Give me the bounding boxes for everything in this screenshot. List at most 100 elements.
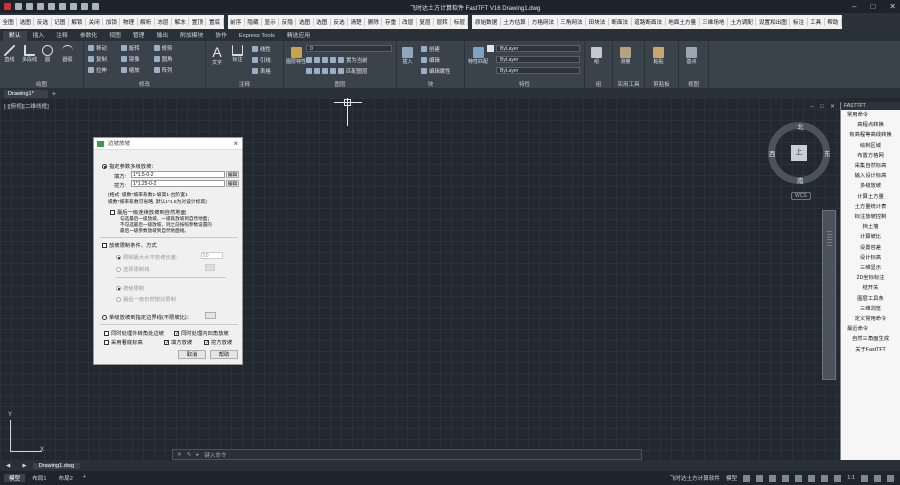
checkbox-last-level[interactable] <box>110 210 115 216</box>
layer-tool-icon[interactable] <box>322 68 328 74</box>
menu-item-group3-1[interactable]: 土方估算 <box>501 17 530 26</box>
menu-item-group2-0[interactable]: 前序 <box>228 17 245 26</box>
status-scale[interactable]: 1:1 <box>847 475 855 481</box>
tool-basepoint[interactable]: 基点 <box>686 47 697 65</box>
palette-item[interactable]: 设计标高 <box>841 253 900 263</box>
menu-item-group1-0[interactable]: 全图 <box>0 17 18 26</box>
new-file-icon[interactable] <box>15 3 22 10</box>
menu-item-group1-4[interactable]: 解锁 <box>69 17 87 26</box>
snap-icon[interactable] <box>756 474 764 482</box>
menu-item-group3-4[interactable]: 田块法 <box>586 17 609 26</box>
menu-item-group1-11[interactable]: 置顶 <box>189 17 207 26</box>
menu-item-group3-8[interactable]: 三维场地 <box>700 17 728 26</box>
radio-level-limit[interactable] <box>116 286 121 292</box>
ribbon-tab-6[interactable]: 输出 <box>150 31 174 41</box>
dialog-close-icon[interactable]: × <box>233 138 238 150</box>
radio-last-ratio[interactable] <box>116 297 121 303</box>
modify-mirror[interactable]: 镜像 <box>129 55 140 63</box>
menu-item-group3-13[interactable]: 帮助 <box>825 17 842 26</box>
maximize-icon[interactable]: □ <box>870 2 875 11</box>
tool-insert[interactable]: 插入 <box>402 47 413 65</box>
menu-item-group2-2[interactable]: 显示 <box>262 17 280 26</box>
cut-input[interactable]: 1*1.25-0-2 <box>131 180 225 187</box>
annotation-icon[interactable] <box>834 474 842 482</box>
lineweight-dropdown[interactable]: ByLayer <box>496 56 580 63</box>
ribbon-tab-4[interactable]: 视图 <box>103 31 127 41</box>
maxlen-input[interactable]: 50 <box>201 252 223 259</box>
option-level-limit[interactable]: 按级限制 <box>116 284 144 292</box>
menu-item-group1-9[interactable]: 冻层 <box>155 17 173 26</box>
compass-north[interactable]: 北 <box>797 121 804 131</box>
fill-input[interactable]: 1*1.5-0-2 <box>131 171 225 178</box>
close-cmd-icon[interactable]: ✕ <box>177 452 182 458</box>
menu-item-group3-12[interactable]: 工具 <box>808 17 825 26</box>
tab-model[interactable]: 模型 <box>4 474 26 482</box>
fill-edit-button[interactable]: 编辑 <box>226 171 239 178</box>
menu-item-group2-5[interactable]: 选图 <box>314 17 331 26</box>
compass-west[interactable]: 西 <box>769 148 776 158</box>
palette-item[interactable]: 结开关 <box>841 283 900 293</box>
ribbon-tab-10[interactable]: 精选应用 <box>281 31 316 41</box>
modify-stretch[interactable]: 拉伸 <box>96 66 107 74</box>
tool-polyline[interactable]: 多段线 <box>22 45 37 63</box>
radio-multilevel[interactable] <box>102 164 107 170</box>
plus-icon[interactable] <box>874 474 881 482</box>
palette-item[interactable]: 关于FastTFT <box>841 345 900 355</box>
palette-item[interactable]: 高程点转换 <box>841 120 900 130</box>
scroll-left-icon[interactable]: ◀ <box>0 463 16 469</box>
scroll-right-icon[interactable]: ▶ <box>16 463 32 469</box>
menu-item-group2-7[interactable]: 清楚 <box>348 17 366 26</box>
checkbox-inner[interactable]: ✓ <box>174 331 179 337</box>
tool-layer-properties[interactable]: 图层特性 <box>286 47 306 65</box>
palette-item[interactable]: 采集自然标高 <box>841 161 900 171</box>
tool-arc[interactable]: 圆弧 <box>62 45 73 63</box>
palette-item[interactable]: 标注放坡控制 <box>841 212 900 222</box>
check-inner[interactable]: ✓ 同时处理内凹角放坡 <box>174 329 229 337</box>
menu-item-group2-3[interactable]: 反隐 <box>279 17 297 26</box>
palette-item[interactable]: 绘制区域 <box>841 141 900 151</box>
layer-tool-icon[interactable] <box>330 57 336 63</box>
wcs-menu[interactable]: WCS <box>791 192 811 200</box>
modify-scale[interactable]: 缩放 <box>129 66 140 74</box>
file-tab-drawing1[interactable]: Drawing1* <box>4 90 48 98</box>
color-dropdown[interactable]: ByLayer <box>496 45 580 52</box>
palette-item[interactable]: 图层工具条 <box>841 294 900 304</box>
help-button[interactable]: 帮助 <box>210 350 238 359</box>
radio-maxlen[interactable] <box>116 255 121 261</box>
compass-east[interactable]: 东 <box>824 148 831 158</box>
palette-item[interactable]: 三维显示 <box>841 263 900 273</box>
palette-item[interactable]: 设置容差 <box>841 243 900 253</box>
gear-icon[interactable] <box>861 474 868 482</box>
annotation-leader[interactable]: 引线 <box>260 56 271 64</box>
layer-dropdown[interactable]: 0 <box>306 45 392 52</box>
tool-dimension[interactable]: 标注 <box>232 45 243 63</box>
menu-item-group1-6[interactable]: 加锁 <box>103 17 121 26</box>
menu-item-group3-0[interactable]: 原始数据 <box>472 17 501 26</box>
palette-item[interactable]: 计算土方量 <box>841 192 900 202</box>
layer-tool-icon[interactable] <box>314 57 320 63</box>
customize-icon[interactable] <box>887 474 894 482</box>
add-tab-icon[interactable]: + <box>52 91 56 98</box>
palette-item[interactable]: 多级放坡 <box>841 181 900 191</box>
add-layout-icon[interactable]: + <box>80 474 89 482</box>
menu-item-group1-2[interactable]: 反选 <box>34 17 52 26</box>
palette-item[interactable]: 挡土墙 <box>841 222 900 232</box>
ribbon-tab-2[interactable]: 注释 <box>50 31 74 41</box>
grid-icon[interactable] <box>743 474 751 482</box>
menu-item-group1-5[interactable]: 关闭 <box>86 17 104 26</box>
radio-single-level[interactable] <box>102 315 107 321</box>
tool-match-properties[interactable]: 特性匹配 <box>468 47 488 65</box>
palette-item[interactable]: 定义常用命令 <box>841 314 900 324</box>
lineweight-icon[interactable] <box>821 474 829 482</box>
cut-edit-button[interactable]: 编辑 <box>226 180 239 187</box>
tool-line[interactable]: 直线 <box>4 45 15 63</box>
menu-item-group2-1[interactable]: 隐藏 <box>245 17 263 26</box>
check-fill[interactable]: ✓ 填方放坡 <box>164 338 192 346</box>
viewport-restore-icon[interactable]: □ <box>820 104 824 110</box>
palette-item[interactable]: 有高程等高线转换 <box>841 130 900 140</box>
palette-item[interactable]: 2D坐标标注 <box>841 273 900 283</box>
block-edit-attributes[interactable]: 编辑属性 <box>429 67 451 75</box>
wrench-icon[interactable]: ✎ <box>187 452 192 458</box>
navigation-bar[interactable]: | | | | | | <box>822 210 836 380</box>
check-limit[interactable]: 放坡限制条件、方式 <box>102 241 157 249</box>
